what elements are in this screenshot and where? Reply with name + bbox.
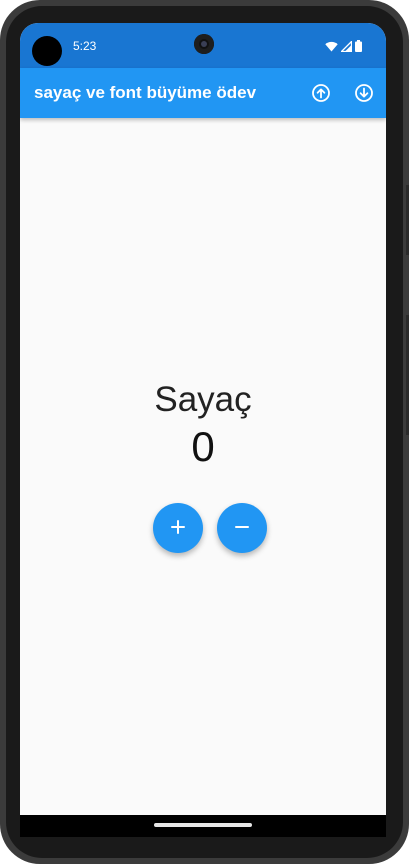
- app-title: sayaç ve font büyüme ödev: [34, 83, 257, 102]
- front-camera: [194, 34, 214, 54]
- phone-frame: 5:23 sayaç ve font büyüme ödev Sayaç 0: [0, 0, 409, 864]
- minus-icon: [234, 519, 250, 538]
- status-icons: [325, 39, 362, 57]
- wifi-icon: [325, 39, 338, 57]
- counter-value: 0: [191, 423, 215, 470]
- increment-button[interactable]: [153, 503, 203, 553]
- main-content: Sayaç 0: [20, 118, 386, 815]
- navigation-bar: [20, 815, 386, 837]
- arrow-down-circle-icon[interactable]: [353, 82, 375, 104]
- home-handle[interactable]: [154, 823, 252, 827]
- plus-icon: [170, 519, 186, 538]
- camera-cutout: [32, 36, 62, 66]
- signal-icon: [339, 39, 353, 57]
- battery-icon: [355, 39, 362, 57]
- app-bar: sayaç ve font büyüme ödev: [20, 68, 386, 118]
- status-time: 5:23: [73, 39, 97, 53]
- decrement-button[interactable]: [217, 503, 267, 553]
- arrow-up-circle-icon[interactable]: [310, 82, 332, 104]
- counter-label: Sayaç: [154, 380, 252, 419]
- screen: 5:23 sayaç ve font büyüme ödev Sayaç 0: [20, 23, 386, 837]
- status-bar: 5:23: [20, 23, 386, 68]
